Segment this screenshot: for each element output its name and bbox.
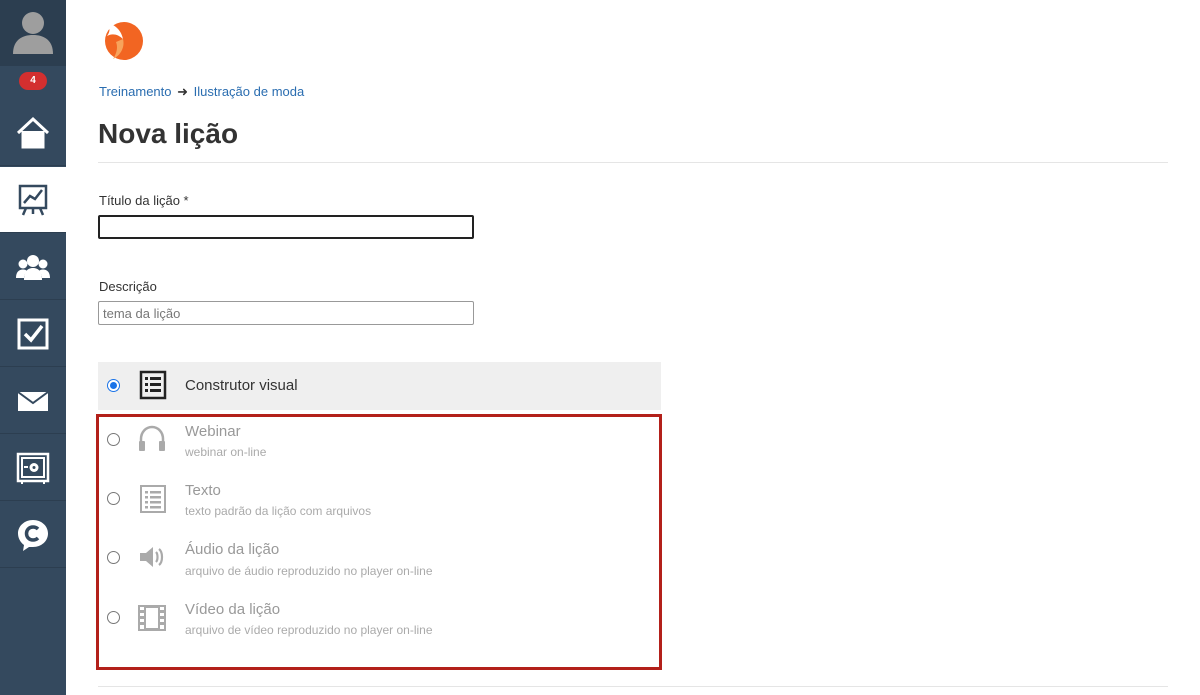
highlight-box xyxy=(96,414,662,670)
safe-icon xyxy=(16,452,50,484)
home-icon xyxy=(16,116,50,148)
lesson-title-label: Título da lição * xyxy=(99,193,189,208)
title-divider xyxy=(98,162,1168,163)
breadcrumb-link-course[interactable]: Ilustração de moda xyxy=(194,84,305,99)
sidebar-item-safe[interactable] xyxy=(0,435,66,501)
chat-logo-icon xyxy=(18,519,48,551)
breadcrumb-separator-icon: ➜ xyxy=(177,84,189,99)
profile-area[interactable] xyxy=(0,0,66,66)
breadcrumb: Treinamento ➜ Ilustração de moda xyxy=(99,84,304,100)
breadcrumb-link-training[interactable]: Treinamento xyxy=(99,84,172,99)
visual-builder-title: Construtor visual xyxy=(185,377,298,394)
app-logo xyxy=(105,22,143,60)
sidebar-item-training[interactable] xyxy=(0,167,66,233)
sidebar-item-chat[interactable] xyxy=(0,502,66,568)
page-title: Nova lição xyxy=(98,118,239,149)
list-builder-icon xyxy=(139,370,167,400)
sidebar: 4 xyxy=(0,0,66,695)
sidebar-item-users[interactable] xyxy=(0,234,66,300)
bottom-divider xyxy=(98,686,1168,687)
notification-badge[interactable]: 4 xyxy=(19,72,47,90)
lesson-type-visual-builder[interactable] xyxy=(98,362,661,410)
tasks-checkbox-icon xyxy=(17,318,49,349)
training-chart-icon xyxy=(18,184,48,215)
sidebar-item-tasks[interactable] xyxy=(0,301,66,367)
sidebar-item-mail[interactable] xyxy=(0,368,66,434)
sidebar-item-home[interactable] xyxy=(0,100,66,166)
lesson-title-input[interactable] xyxy=(98,215,474,239)
users-icon xyxy=(16,254,50,280)
user-avatar-icon[interactable] xyxy=(10,8,56,54)
description-label: Descrição xyxy=(99,279,157,294)
description-input[interactable] xyxy=(98,301,474,325)
mail-icon xyxy=(17,390,49,411)
visual-builder-radio[interactable] xyxy=(107,379,120,392)
